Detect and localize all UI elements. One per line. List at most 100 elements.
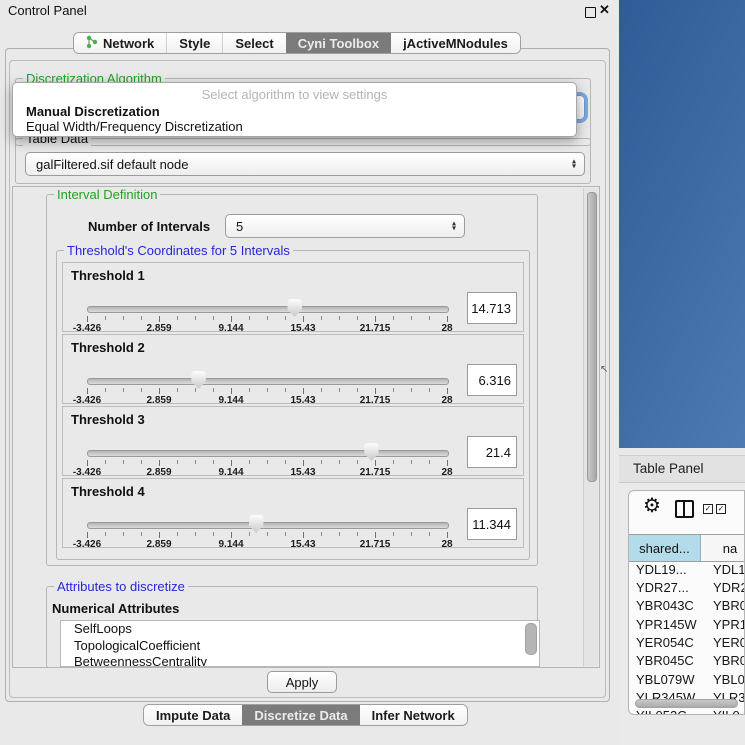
tab-label: Discretize Data xyxy=(254,708,347,723)
vertical-scrollbar-track[interactable] xyxy=(583,188,598,666)
table-row[interactable]: YDR27...YDR2 xyxy=(629,578,745,596)
float-window-icon[interactable] xyxy=(585,7,596,18)
tab-discretize-data[interactable]: Discretize Data xyxy=(242,705,359,725)
table-row[interactable]: YBR045CYBR0 xyxy=(629,652,745,670)
slider-tick-label: 21.715 xyxy=(345,539,405,550)
popup-item-equal-width-frequency[interactable]: Equal Width/Frequency Discretization xyxy=(26,119,243,134)
horizontal-scrollbar-thumb[interactable] xyxy=(635,699,738,708)
table-data-combo[interactable]: galFiltered.sif default node ▴▾ xyxy=(25,152,585,176)
slider-tick xyxy=(159,460,160,466)
tab-network[interactable]: Network xyxy=(74,33,166,53)
threshold-value-field[interactable]: 6.316 xyxy=(467,364,517,396)
column-header-shared-name[interactable]: shared... xyxy=(629,535,701,561)
list-item[interactable]: SelfLoops xyxy=(61,621,539,638)
slider-tick xyxy=(411,460,412,464)
number-of-intervals-combo[interactable]: 5 ▴▾ xyxy=(225,214,465,238)
cell-shared-name: YDR27... xyxy=(629,580,713,595)
slider-tick xyxy=(267,316,268,320)
slider-tick-label: 15.43 xyxy=(273,395,333,406)
slider-tick xyxy=(213,532,214,536)
slider-tick xyxy=(375,532,376,538)
slider-track[interactable] xyxy=(87,450,449,457)
slider-tick xyxy=(267,388,268,392)
slider-track[interactable] xyxy=(87,522,449,529)
list-item[interactable]: TopologicalCoefficient xyxy=(61,638,539,655)
table-row[interactable]: YBL079WYBL0 xyxy=(629,670,745,688)
checkbox-icon[interactable]: ✓ xyxy=(703,504,713,514)
slider-tick xyxy=(123,532,124,536)
slider-tick xyxy=(123,388,124,392)
slider-tick-label: -3.426 xyxy=(57,323,117,334)
slider-tick-label: 28 xyxy=(417,467,477,478)
popup-item-manual-discretization[interactable]: Manual Discretization xyxy=(26,104,160,119)
tab-label: Infer Network xyxy=(372,708,455,723)
apply-button[interactable]: Apply xyxy=(267,671,337,693)
slider-tick xyxy=(321,460,322,464)
cell-name: YDR2 xyxy=(713,580,745,595)
threshold-panel: Threshold 4 11.344 -3.4262.8599.14415.43… xyxy=(62,478,524,548)
table-row[interactable]: YBR043CYBR0 xyxy=(629,597,745,615)
slider-tick-label: 15.43 xyxy=(273,467,333,478)
cell-shared-name: YIL052C xyxy=(629,708,713,715)
slider-handle[interactable] xyxy=(287,299,302,317)
slider-tick xyxy=(429,388,430,392)
slider-tick xyxy=(339,532,340,536)
slider-tick xyxy=(429,532,430,536)
slider-tick-label: 9.144 xyxy=(201,539,261,550)
cell-name: YIL0 xyxy=(713,708,740,715)
threshold-value-field[interactable]: 14.713 xyxy=(467,292,517,324)
tab-select[interactable]: Select xyxy=(222,33,285,53)
checkbox-icon[interactable]: ✓ xyxy=(716,504,726,514)
slider-track[interactable] xyxy=(87,306,449,313)
slider-tick xyxy=(357,388,358,392)
slider-tick xyxy=(285,316,286,320)
table-row[interactable]: YER054CYER0 xyxy=(629,633,745,651)
slider-tick xyxy=(177,532,178,536)
list-item[interactable]: BetweennessCentrality xyxy=(61,654,539,667)
network-desktop-background: GAL80GCGAL11GAL4GCY1HHAP2 xyxy=(619,0,745,448)
close-icon[interactable]: ✕ xyxy=(599,2,610,18)
slider-tick xyxy=(285,388,286,392)
tab-label: Impute Data xyxy=(156,708,230,723)
slider-tick-label: 21.715 xyxy=(345,323,405,334)
numerical-attributes-list[interactable]: SelfLoopsTopologicalCoefficientBetweenne… xyxy=(60,620,540,667)
threshold-value-field[interactable]: 21.4 xyxy=(467,436,517,468)
tab-infer-network[interactable]: Infer Network xyxy=(360,705,467,725)
slider-tick xyxy=(447,388,448,394)
column-settings-icon[interactable] xyxy=(675,500,694,518)
table-row[interactable]: YDL19...YDL1 xyxy=(629,560,745,578)
slider-tick xyxy=(195,532,196,536)
slider-tick xyxy=(159,316,160,322)
tab-jactivemnodules[interactable]: jActiveMNodules xyxy=(391,33,520,53)
control-panel-titlebar: Control Panel ✕ xyxy=(0,0,619,22)
slider-track[interactable] xyxy=(87,378,449,385)
cell-name: YPR1 xyxy=(713,617,745,632)
table-row[interactable]: YPR145WYPR1 xyxy=(629,615,745,633)
slider-tick xyxy=(375,316,376,322)
vertical-scrollbar-thumb[interactable] xyxy=(587,192,597,482)
slider-tick xyxy=(411,532,412,536)
tab-cyni-toolbox[interactable]: Cyni Toolbox xyxy=(286,33,391,53)
slider-tick-label: 9.144 xyxy=(201,467,261,478)
tab-label: Cyni Toolbox xyxy=(298,36,379,51)
column-header-name[interactable]: na xyxy=(701,535,745,561)
slider-tick xyxy=(249,316,250,320)
table-header-row: shared... na xyxy=(629,534,745,562)
number-of-intervals-label: Number of Intervals xyxy=(88,219,210,234)
gear-icon[interactable]: ⚙ xyxy=(643,493,661,518)
slider-tick xyxy=(105,532,106,536)
slider-tick xyxy=(213,316,214,320)
slider-tick xyxy=(393,388,394,392)
table-panel-container: ⚙ ✓ ✓ shared... na YDL19...YDL1YDR27...Y… xyxy=(628,490,745,715)
slider-handle[interactable] xyxy=(191,371,206,389)
combo-arrows-icon: ▴▾ xyxy=(572,159,576,168)
slider-handle[interactable] xyxy=(364,443,379,461)
threshold-panel: Threshold 3 21.4 -3.4262.8599.14415.4321… xyxy=(62,406,524,476)
slider-tick-label: 2.859 xyxy=(129,395,189,406)
list-scrollbar-thumb[interactable] xyxy=(525,623,537,655)
slider-tick xyxy=(303,460,304,466)
threshold-value-field[interactable]: 11.344 xyxy=(467,508,517,540)
tab-style[interactable]: Style xyxy=(166,33,222,53)
tab-impute-data[interactable]: Impute Data xyxy=(144,705,242,725)
slider-handle[interactable] xyxy=(249,515,264,533)
